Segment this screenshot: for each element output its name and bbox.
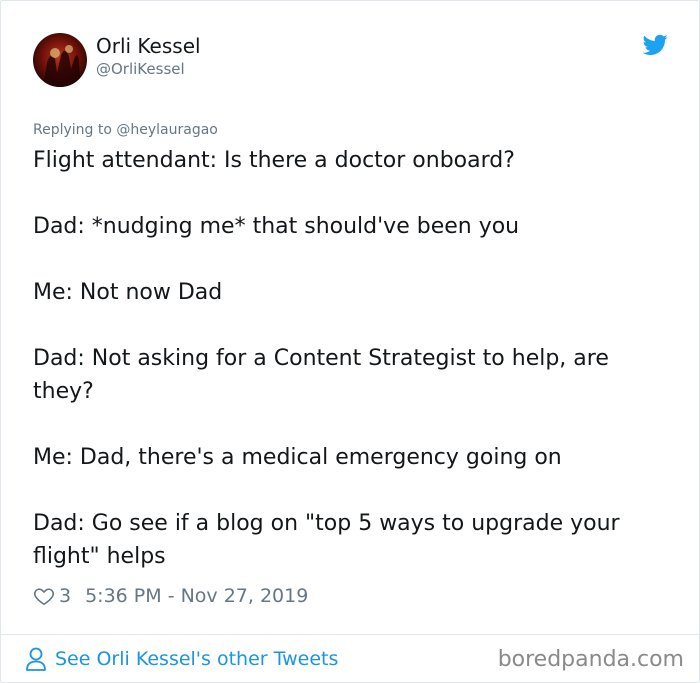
tweet-line: Dad: Not asking for a Content Strategist…	[33, 346, 609, 404]
divider	[1, 634, 699, 635]
person-icon	[25, 646, 47, 672]
tweet-line: Dad: *nudging me* that should've been yo…	[33, 214, 520, 239]
user-handle[interactable]: @OrliKessel	[96, 60, 185, 78]
tweet-line: Dad: Go see if a blog on "top 5 ways to …	[33, 511, 620, 569]
see-other-tweets-link[interactable]: See Orli Kessel's other Tweets	[25, 646, 338, 672]
avatar[interactable]	[33, 33, 87, 87]
tweet-meta: 3 5:36 PM - Nov 27, 2019	[33, 582, 308, 610]
user-name[interactable]: Orli Kessel	[96, 33, 201, 59]
watermark: boredpanda.com	[497, 647, 684, 672]
replying-to[interactable]: Replying to @heylauragao	[33, 121, 218, 139]
tweet-text: Flight attendant: Is there a doctor onbo…	[33, 144, 669, 573]
tweet-card: Orli Kessel @OrliKessel Replying to @hey…	[0, 0, 700, 683]
timestamp[interactable]: 5:36 PM - Nov 27, 2019	[85, 585, 308, 607]
see-other-tweets-label: See Orli Kessel's other Tweets	[55, 648, 339, 670]
tweet-line: Me: Dad, there's a medical emergency goi…	[33, 445, 562, 470]
tweet-line: Flight attendant: Is there a doctor onbo…	[33, 148, 515, 173]
heart-icon[interactable]	[33, 585, 55, 607]
twitter-bird-icon[interactable]	[642, 34, 668, 56]
tweet-line: Me: Not now Dad	[33, 280, 223, 305]
like-count[interactable]: 3	[59, 585, 71, 607]
